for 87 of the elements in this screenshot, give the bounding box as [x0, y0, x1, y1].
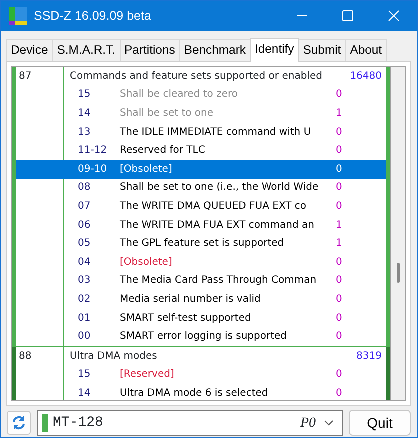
- list-row[interactable]: 13 The IDLE IMMEDIATE command with U 0: [16, 122, 386, 142]
- status-marker: [42, 414, 48, 432]
- device-model: MT-128: [53, 414, 104, 432]
- bit-description: Media serial number is valid: [120, 292, 262, 307]
- word-number: 87: [19, 70, 32, 84]
- bit-value: 0: [336, 162, 342, 177]
- bit-number: 11-12: [77, 144, 108, 158]
- window-title: SSD-Z 16.09.09 beta: [34, 8, 152, 25]
- bit-value: 0: [336, 181, 342, 196]
- bit-number: 15: [77, 88, 92, 102]
- bit-number: 15: [77, 368, 92, 382]
- bit-description: Shall be set to one: [120, 106, 215, 121]
- bit-number: 02: [77, 292, 92, 307]
- bit-value: 0: [336, 144, 342, 158]
- bit-value: 0: [336, 126, 342, 140]
- quit-button[interactable]: Quit: [349, 410, 411, 436]
- list-row[interactable]: 02 Media serial number is valid 0: [16, 290, 386, 309]
- list-row[interactable]: 04 [Obsolete] 0: [16, 252, 386, 272]
- bit-number: 05: [77, 237, 92, 252]
- bit-number: 08: [77, 181, 92, 196]
- bit-description: SMART self-test supported: [120, 312, 252, 326]
- bit-value: 0: [336, 274, 342, 288]
- list-row[interactable]: 01 SMART self-test supported 0: [16, 308, 386, 328]
- tab[interactable]: About: [345, 39, 388, 61]
- app-icon: [8, 6, 28, 26]
- bit-description: The WRITE DMA FUA EXT command an: [120, 218, 316, 233]
- bit-description: The Media Card Pass Through Comman: [120, 274, 318, 288]
- caret-icon: [324, 420, 334, 426]
- word-number: 88: [19, 350, 32, 364]
- bit-number: 00: [77, 330, 92, 344]
- list-row[interactable]: 05 The GPL feature set is supported 1: [16, 234, 386, 253]
- bit-value: 1: [336, 106, 342, 121]
- bit-number: 13: [77, 126, 92, 140]
- bit-value: 0: [336, 386, 342, 400]
- port-label: P0: [300, 414, 316, 432]
- bit-value: 0: [336, 312, 342, 326]
- bit-description: [Reserved]: [120, 368, 176, 382]
- scrollbar[interactable]: [390, 66, 406, 401]
- bit-value: 0: [336, 292, 342, 307]
- bit-description: The IDLE IMMEDIATE command with U: [120, 126, 312, 140]
- bit-description: [Obsolete]: [120, 162, 174, 177]
- bit-value: 0: [336, 368, 342, 382]
- refresh-button[interactable]: [7, 411, 31, 435]
- bit-value: 0: [336, 88, 342, 102]
- bit-number: 09-10: [77, 162, 108, 177]
- bit-number: 14: [77, 386, 92, 400]
- list-row[interactable]: 15 Shall be cleared to zero 0: [16, 86, 386, 104]
- scroll-thumb[interactable]: [397, 263, 400, 283]
- list-row[interactable]: 15 [Reserved] 0: [16, 366, 386, 384]
- bit-value: 0: [336, 256, 342, 270]
- group-name: Ultra DMA modes: [69, 350, 158, 364]
- list-row[interactable]: 06 The WRITE DMA FUA EXT command an 1: [16, 216, 386, 234]
- list-row[interactable]: 07 The WRITE DMA QUEUED FUA EXT co 0: [16, 197, 386, 216]
- group-value: 8319: [356, 350, 383, 364]
- close-icon[interactable]: [388, 10, 400, 22]
- bit-value: 1: [336, 218, 342, 233]
- bit-number: 14: [77, 106, 92, 121]
- bit-description: SMART error logging is supported: [120, 330, 288, 344]
- bit-value: 0: [336, 330, 342, 344]
- bit-description: [Obsolete]: [120, 256, 174, 270]
- bit-number: 03: [77, 274, 92, 288]
- bit-description: Shall be cleared to zero: [120, 88, 239, 102]
- group-value: 16480: [350, 70, 383, 84]
- list-row[interactable]: 03 The Media Card Pass Through Comman 0: [16, 272, 386, 290]
- bit-description: The GPL feature set is supported: [120, 237, 286, 252]
- tab[interactable]: Device: [6, 39, 54, 61]
- list-row[interactable]: 14 Shall be set to one 1: [16, 104, 386, 123]
- bit-description: Reserved for TLC: [120, 144, 206, 158]
- group-name: Commands and feature sets supported or enabled: [69, 70, 324, 84]
- tab[interactable]: Identify: [250, 38, 300, 62]
- refresh-icon: [11, 415, 27, 431]
- bit-number: 04: [77, 256, 92, 270]
- list-row[interactable]: 00 SMART error logging is supported 0: [16, 327, 386, 346]
- bit-description: Ultra DMA mode 6 is selected: [120, 386, 270, 400]
- bit-number: 07: [77, 200, 92, 214]
- list-row[interactable]: 09-10 [Obsolete] 0: [16, 160, 386, 179]
- bit-value: 1: [336, 237, 342, 252]
- device-dropdown[interactable]: MT-128 P0: [37, 410, 343, 436]
- list-row[interactable]: 14 Ultra DMA mode 6 is selected 0: [16, 384, 386, 400]
- maximize-icon[interactable]: [342, 10, 354, 22]
- bit-number: 06: [77, 218, 92, 233]
- list-row[interactable]: 08 Shall be set to one (i.e., the World Wide 0: [16, 178, 386, 198]
- bit-description: Shall be set to one (i.e., the World Wide: [120, 181, 320, 196]
- bit-number: 01: [77, 312, 92, 326]
- minimize-icon[interactable]: [296, 15, 308, 17]
- bit-description: The WRITE DMA QUEUED FUA EXT co: [120, 200, 308, 214]
- bit-value: 0: [336, 200, 342, 214]
